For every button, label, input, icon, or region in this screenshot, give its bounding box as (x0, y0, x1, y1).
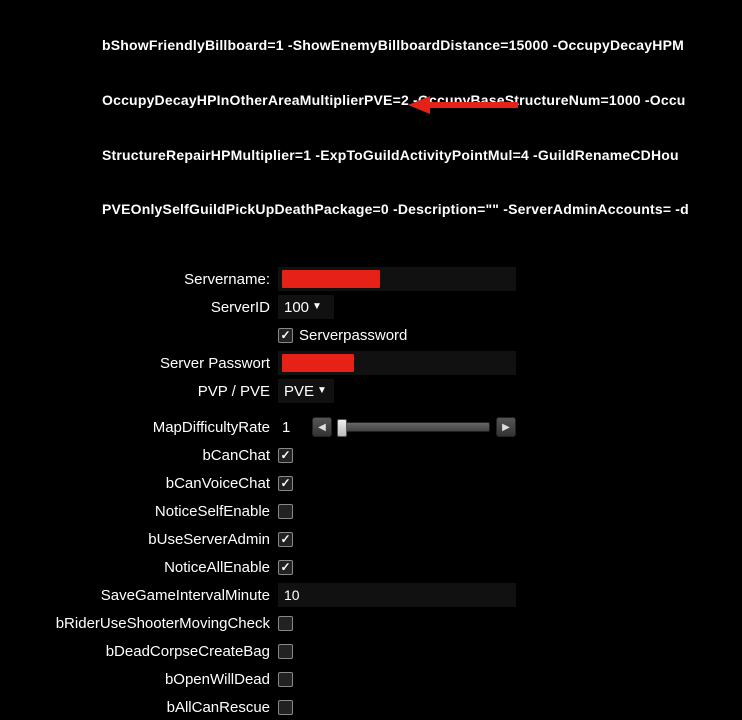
buseserveradmin-checkbox[interactable] (278, 532, 293, 547)
config-line-1: bShowFriendlyBillboard=1 -ShowEnemyBillb… (102, 36, 742, 54)
config-line-2: OccupyDecayHPInOtherAreaMultiplierPVE=2 … (102, 91, 742, 109)
row-map-difficulty: MapDifficultyRate 1 ◀ ▶ (32, 414, 742, 440)
label-servername: Servername: (32, 271, 278, 288)
row-bcanvoicechat: bCanVoiceChat (32, 470, 742, 496)
label-saveinterval: SaveGameIntervalMinute (32, 587, 278, 604)
noticeselfenable-checkbox[interactable] (278, 504, 293, 519)
label-bdeadcorpse: bDeadCorpseCreateBag (32, 643, 278, 660)
pvp-pve-select[interactable]: PVE ▼ (278, 379, 334, 403)
config-line-4: PVEOnlySelfGuildPickUpDeathPackage=0 -De… (102, 200, 742, 218)
row-bcanchat: bCanChat (32, 442, 742, 468)
row-bopenwilldead: bOpenWillDead (32, 666, 742, 692)
serverid-value: 100 (284, 299, 309, 316)
label-server-passwort: Server Passwort (32, 355, 278, 372)
config-header-block: bShowFriendlyBillboard=1 -ShowEnemyBillb… (0, 0, 742, 236)
pvp-pve-value: PVE (284, 383, 314, 400)
row-saveinterval: SaveGameIntervalMinute (32, 582, 742, 608)
row-server-passwort: Server Passwort (32, 350, 742, 376)
bridershooter-checkbox[interactable] (278, 616, 293, 631)
slider-increment-button[interactable]: ▶ (496, 417, 516, 437)
saveinterval-input[interactable] (278, 583, 516, 607)
label-buseserveradmin: bUseServerAdmin (32, 531, 278, 548)
row-bdeadcorpse: bDeadCorpseCreateBag (32, 638, 742, 664)
redacted-passwort (282, 354, 354, 372)
label-ballcanrescue: bAllCanRescue (32, 699, 278, 716)
chevron-down-icon: ▼ (312, 302, 322, 312)
chevron-down-icon: ▼ (317, 386, 327, 396)
label-noticeallenable: NoticeAllEnable (32, 559, 278, 576)
difficulty-slider: ◀ ▶ (312, 417, 516, 437)
row-noticeallenable: NoticeAllEnable (32, 554, 742, 580)
serverpassword-checkbox[interactable] (278, 328, 293, 343)
slider-track[interactable] (338, 422, 490, 432)
row-servername: Servername: (32, 266, 742, 292)
row-bridershooter: bRiderUseShooterMovingCheck (32, 610, 742, 636)
row-ballcanrescue: bAllCanRescue (32, 694, 742, 720)
server-settings-form: Servername: ServerID 100 ▼ Serverpasswor… (0, 266, 742, 720)
label-bridershooter: bRiderUseShooterMovingCheck (32, 615, 278, 632)
slider-decrement-button[interactable]: ◀ (312, 417, 332, 437)
row-noticeselfenable: NoticeSelfEnable (32, 498, 742, 524)
label-bopenwilldead: bOpenWillDead (32, 671, 278, 688)
label-bcanvoicechat: bCanVoiceChat (32, 475, 278, 492)
bcanvoicechat-checkbox[interactable] (278, 476, 293, 491)
label-pvp-pve: PVP / PVE (32, 383, 278, 400)
serverid-select[interactable]: 100 ▼ (278, 295, 334, 319)
row-serverpassword-flag: Serverpassword (32, 322, 742, 348)
label-map-difficulty: MapDifficultyRate (32, 419, 278, 436)
slider-thumb[interactable] (337, 419, 347, 437)
label-serverid: ServerID (32, 299, 278, 316)
row-buseserveradmin: bUseServerAdmin (32, 526, 742, 552)
redacted-servername (282, 270, 380, 288)
map-difficulty-value: 1 (278, 419, 306, 436)
serverpassword-label: Serverpassword (299, 327, 407, 344)
noticeallenable-checkbox[interactable] (278, 560, 293, 575)
bcanchat-checkbox[interactable] (278, 448, 293, 463)
config-line-3: StructureRepairHPMultiplier=1 -ExpToGuil… (102, 146, 742, 164)
row-pvp-pve: PVP / PVE PVE ▼ (32, 378, 742, 404)
row-serverid: ServerID 100 ▼ (32, 294, 742, 320)
ballcanrescue-checkbox[interactable] (278, 700, 293, 715)
label-noticeselfenable: NoticeSelfEnable (32, 503, 278, 520)
bdeadcorpse-checkbox[interactable] (278, 644, 293, 659)
label-bcanchat: bCanChat (32, 447, 278, 464)
bopenwilldead-checkbox[interactable] (278, 672, 293, 687)
